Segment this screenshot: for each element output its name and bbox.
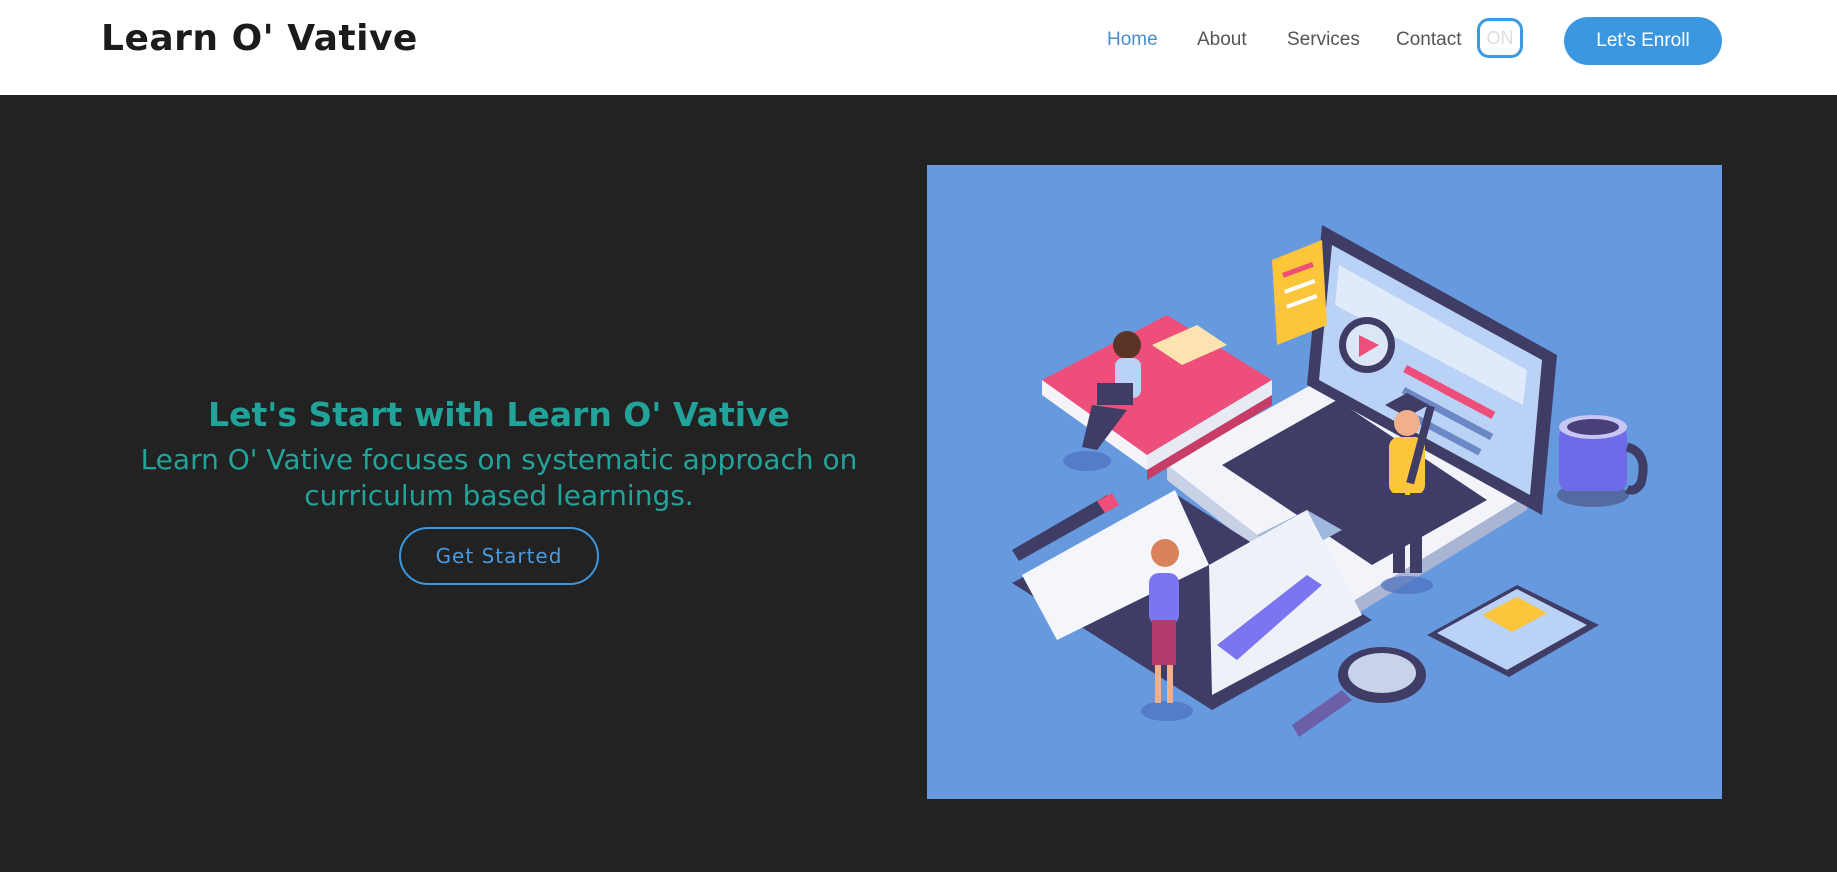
navbar: Learn O' Vative Home About Services Cont… — [0, 0, 1837, 95]
e-learning-illustration — [1012, 225, 1648, 737]
hero-illustration — [927, 165, 1722, 799]
get-started-button[interactable]: Get Started — [399, 527, 599, 585]
nav-link-contact[interactable]: Contact — [1396, 29, 1461, 51]
hero-title: Let's Start with Learn O' Vative — [208, 395, 790, 434]
theme-toggle[interactable]: ON — [1477, 18, 1523, 58]
hero-subtitle: Learn O' Vative focuses on systematic ap… — [140, 443, 858, 512]
hero-text: Let's Start with Learn O' Vative Learn O… — [90, 392, 908, 585]
nav-link-home[interactable]: Home — [1107, 29, 1158, 51]
brand-logo[interactable]: Learn O' Vative — [101, 18, 418, 59]
nav-link-about[interactable]: About — [1197, 29, 1247, 51]
enroll-button[interactable]: Let's Enroll — [1564, 17, 1722, 65]
nav-link-services[interactable]: Services — [1287, 29, 1360, 51]
